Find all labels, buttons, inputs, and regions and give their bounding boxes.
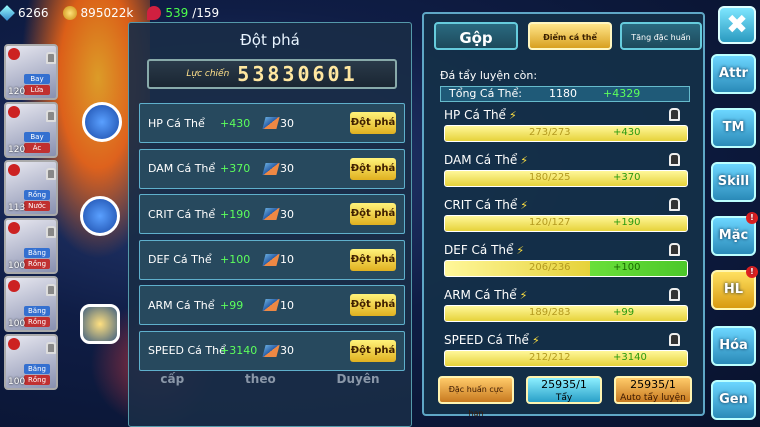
tab-bond[interactable]: Duyên <box>337 372 380 386</box>
stat-bar: 189/283 +99 <box>444 305 688 322</box>
auto-wash-button[interactable]: 25935/1 Auto tẩy luyện <box>614 376 692 404</box>
lock-icon <box>46 110 56 122</box>
pet-card[interactable]: Băng Rồng 100 <box>4 218 58 274</box>
side-tab-gen[interactable]: Gen <box>711 380 756 420</box>
lock-icon <box>46 168 56 180</box>
stat-bar: 212/212 +3140 <box>444 350 688 367</box>
gems-counter: 6266 <box>0 5 49 21</box>
side-tab-attr[interactable]: Attr <box>711 54 756 94</box>
lock-icon <box>46 52 56 64</box>
stat-bar: 180/225 +370 <box>444 170 688 187</box>
panel-title: Đột phá <box>240 31 300 49</box>
stat-row-hp: HP Cá Thể ⚡ 273/273 +430 <box>444 108 688 142</box>
tab-individual-points[interactable]: Điểm cá thể <box>528 22 612 50</box>
breakthrough-button[interactable]: Đột phá <box>350 248 396 271</box>
lightning-icon: ⚡ <box>519 288 528 302</box>
list-item: ARM Cá Thể +99 10 Đột phá <box>139 285 405 325</box>
stat-bar: 206/236 +100 <box>444 260 688 277</box>
alert-badge: ! <box>746 266 758 278</box>
list-item: CRIT Cá Thể +190 30 Đột phá <box>139 194 405 234</box>
side-tab-equip[interactable]: Mặc! <box>711 212 758 256</box>
padlock-icon[interactable] <box>669 153 680 166</box>
breakthrough-button[interactable]: Đột phá <box>350 112 396 134</box>
scroll-icon <box>262 344 280 357</box>
lock-icon <box>46 342 56 354</box>
wash-stone-label: Đá tẩy luyện còn: <box>440 69 538 82</box>
list-item: DAM Cá Thể +370 30 Đột phá <box>139 148 405 189</box>
pet-card[interactable]: Băng Rồng 100 <box>4 334 58 390</box>
list-item: SPEED Cá Thể +3140 30 Đột phá <box>139 330 405 371</box>
scroll-icon <box>262 117 280 129</box>
element-orb-icon <box>8 280 20 292</box>
bulb-hint-button[interactable] <box>80 304 120 344</box>
padlock-icon[interactable] <box>669 198 680 211</box>
stamina-icon <box>147 6 162 20</box>
tab-level[interactable]: cấp <box>160 372 184 386</box>
stat-bar: 273/273 +430 <box>444 125 688 142</box>
lock-team-button[interactable] <box>80 196 120 236</box>
padlock-icon[interactable] <box>669 108 680 121</box>
pet-card[interactable]: Bay Lửa 120 <box>4 44 58 100</box>
padlock-icon[interactable] <box>669 243 680 256</box>
breakthrough-button[interactable]: Đột phá <box>350 339 396 362</box>
gem-icon <box>0 5 15 21</box>
padlock-icon[interactable] <box>669 288 680 301</box>
element-orb-icon <box>8 164 20 176</box>
stat-training-panel: Gộp Điểm cá thể Tăng đặc huấn Đá tẩy luy… <box>422 12 705 418</box>
lock-icon <box>46 284 56 296</box>
side-tab-hl[interactable]: HL! <box>711 266 758 310</box>
element-orb-icon <box>8 222 20 234</box>
breakthrough-button[interactable]: Đột phá <box>350 294 396 316</box>
close-icon[interactable]: ✖ <box>718 6 756 44</box>
scroll-icon <box>262 253 280 266</box>
lightning-icon: ⚡ <box>520 198 528 212</box>
tab-follow[interactable]: theo <box>245 372 276 386</box>
side-tab-evolve[interactable]: Hóa <box>711 326 756 366</box>
stat-bar: 120/127 +190 <box>444 215 688 232</box>
lightning-icon: ⚡ <box>508 108 517 122</box>
padlock-icon[interactable] <box>669 333 680 346</box>
element-orb-icon <box>8 48 20 60</box>
tab-merge[interactable]: Gộp <box>434 22 518 50</box>
scroll-icon <box>262 162 280 175</box>
breakthrough-list: HP Cá Thể +430 30 Đột phá DAM Cá Thể +370 30 Đ… <box>139 103 405 376</box>
combat-power: Lực chiến 53830601 <box>147 59 397 89</box>
gold-counter: 895022k <box>62 6 133 20</box>
list-item: DEF Cá Thể +100 10 Đột phá <box>139 239 405 280</box>
stat-row-def: DEF Cá Thể ⚡ 206/236 +100 <box>444 243 688 277</box>
special-training-button[interactable]: Đặc huấn cực hạn <box>438 376 514 418</box>
alert-badge: ! <box>746 212 758 224</box>
total-stats: Tổng Cá Thể: 1180 +4329 <box>440 86 690 102</box>
stamina-counter: 539/159 <box>147 6 219 20</box>
breakthrough-button[interactable]: Đột phá <box>350 157 396 180</box>
scroll-icon <box>262 299 280 311</box>
stat-row-crit: CRIT Cá Thể ⚡ 120/127 +190 <box>444 198 688 232</box>
side-tab-skill[interactable]: Skill <box>711 162 756 202</box>
coin-icon <box>62 6 77 20</box>
element-orb-icon <box>8 106 20 118</box>
breakthrough-panel: Đột phá Lực chiến 53830601 HP Cá Thể +430… <box>128 22 412 427</box>
scroll-icon <box>262 208 280 220</box>
lightning-icon: ⚡ <box>520 153 529 167</box>
pet-swap-button[interactable] <box>82 102 122 142</box>
list-item: HP Cá Thể +430 30 Đột phá <box>139 103 405 143</box>
stat-row-dam: DAM Cá Thể ⚡ 180/225 +370 <box>444 153 688 187</box>
pet-roster: Bay Lửa 120 Bay Ác 120 Rồng Nước 113 Băng Rồng 1… <box>4 44 64 392</box>
wash-button[interactable]: 25935/1 Tẩy <box>526 376 602 404</box>
pet-card[interactable]: Rồng Nước 113 <box>4 160 58 216</box>
breakthrough-button[interactable]: Đột phá <box>350 203 396 225</box>
lightning-icon: ⚡ <box>531 333 540 347</box>
stat-row-speed: SPEED Cá Thể ⚡ 212/212 +3140 <box>444 333 688 367</box>
tab-special-training[interactable]: Tăng đặc huấn <box>620 22 702 50</box>
stat-row-arm: ARM Cá Thể ⚡ 189/283 +99 <box>444 288 688 322</box>
background-tabs: cấp theo Duyên <box>130 372 410 386</box>
lightning-icon: ⚡ <box>516 243 525 257</box>
element-orb-icon <box>8 338 20 350</box>
pet-card[interactable]: Băng Rồng 100 <box>4 276 58 332</box>
pet-card[interactable]: Bay Ác 120 <box>4 102 58 158</box>
side-tab-tm[interactable]: TM <box>711 108 756 148</box>
lock-icon <box>46 226 56 238</box>
